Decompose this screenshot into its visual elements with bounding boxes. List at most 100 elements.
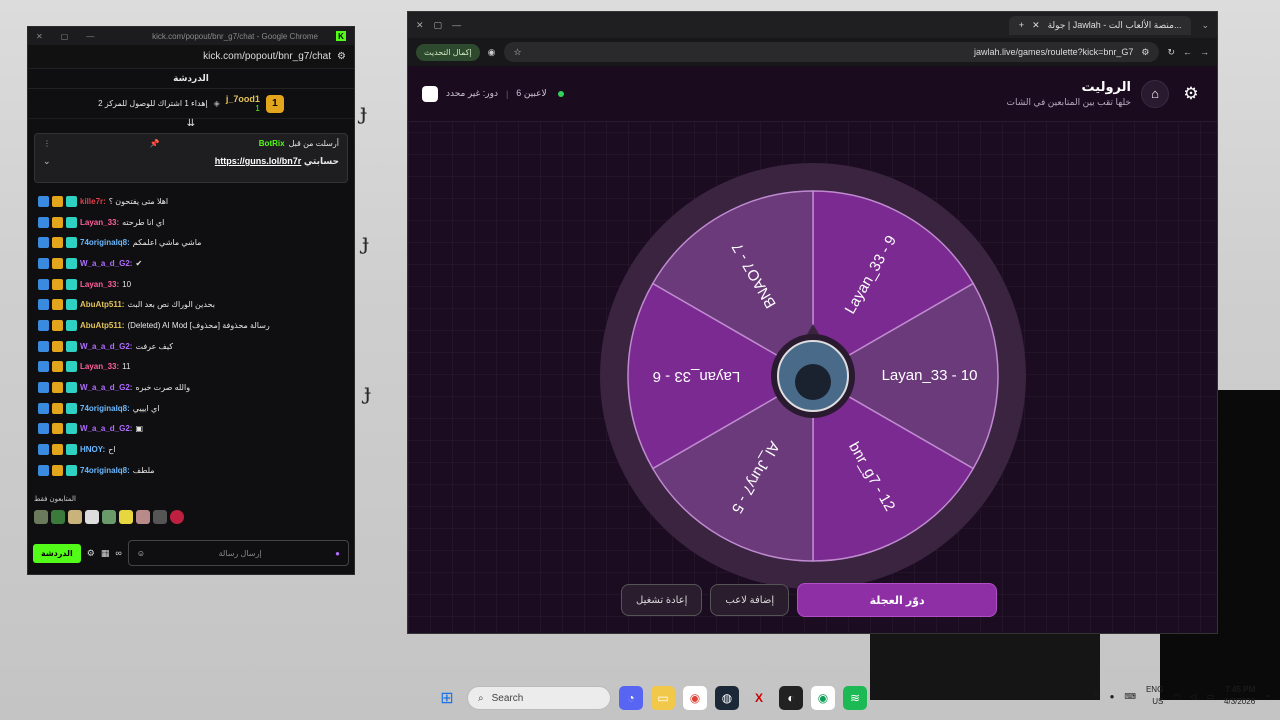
emote[interactable] — [85, 510, 99, 524]
top-gifter[interactable]: j_7ood1 1 — [226, 94, 260, 113]
back-icon[interactable]: ← — [1183, 47, 1192, 57]
chat-username[interactable]: AbuAtp511: — [80, 321, 124, 330]
chat-message[interactable]: AbuAtp511: (Deleted) AI Mod [محذوف] رسال… — [38, 315, 344, 336]
chat-username[interactable]: HNOY: — [80, 445, 105, 454]
clock[interactable]: 7:45 PM 4/3/2026 — [1224, 684, 1255, 708]
tab-search-icon[interactable]: ⌄ — [1201, 20, 1209, 31]
close-icon[interactable]: ✕ — [416, 20, 424, 31]
emote[interactable] — [68, 510, 82, 524]
player-count: 6 لاعبين — [516, 88, 547, 98]
user-badge-icon — [38, 361, 49, 373]
chat-message[interactable]: Layan_33: 10 — [38, 274, 344, 295]
store-icon[interactable]: ▦ — [101, 548, 110, 559]
settings-icon[interactable]: ⚙ — [87, 548, 95, 559]
minimize-icon[interactable]: — — [452, 20, 461, 30]
emoji-icon[interactable]: ☺ — [137, 549, 145, 558]
close-icon[interactable]: ✕ — [36, 32, 43, 41]
reload-icon[interactable]: ↻ — [1167, 47, 1175, 58]
add-player-button[interactable]: إضافة لاعب — [710, 584, 790, 616]
chat-username[interactable]: 74originalq8: — [80, 238, 130, 247]
pinned-message[interactable]: ⋮ 📌 BotRix أرسلت من قبل ⌄ https://guns.l… — [34, 133, 348, 183]
site-settings-icon[interactable]: ⚙ — [337, 51, 346, 62]
chat-username[interactable]: W_a_a_d_G2: — [80, 259, 132, 268]
notifications-icon[interactable]: ◔ — [1265, 692, 1270, 701]
emote[interactable] — [170, 510, 184, 524]
chat-message[interactable]: HNOY: اح — [38, 439, 344, 460]
chat-message[interactable]: W_a_a_d_G2: ✔ — [38, 253, 344, 274]
pinned-link[interactable]: https://guns.lol/bn7r — [215, 156, 302, 166]
start-icon[interactable]: ⊞ — [435, 686, 459, 710]
home-button[interactable]: ⌂ — [1141, 79, 1169, 108]
chat-username[interactable]: 74originalq8: — [80, 466, 130, 475]
chat-message[interactable]: W_a_a_d_G2: ▣ — [38, 419, 344, 440]
chat-message[interactable]: Layan_33: اي انا طرحته — [38, 212, 344, 233]
chrome-icon[interactable]: ◉ — [683, 686, 707, 710]
new-tab-icon[interactable]: + — [1019, 20, 1024, 30]
chat-message[interactable]: 74originalq8: اي ايييي — [38, 398, 344, 419]
replay-button[interactable]: إعادة تشغيل — [621, 584, 703, 616]
chat-username[interactable]: Layan_33: — [80, 362, 119, 371]
battery-icon[interactable]: ▭ — [1206, 692, 1214, 701]
language-indicator[interactable]: ENG US — [1146, 684, 1163, 708]
spin-button[interactable]: دوّر العجلة — [797, 583, 998, 617]
microphone-icon[interactable]: ● — [1110, 692, 1115, 701]
more-options-icon[interactable]: ⋮ — [43, 139, 51, 148]
site-settings-icon[interactable]: ⚙ — [1141, 47, 1149, 58]
chrome-profile-icon[interactable]: ◉ — [811, 686, 835, 710]
restore-icon[interactable]: ▢ — [434, 20, 443, 31]
emote[interactable] — [136, 510, 150, 524]
chat-message[interactable]: 74originalq8: ملطف — [38, 460, 344, 481]
chat-username[interactable]: 74originalq8: — [80, 404, 130, 413]
bookmark-icon[interactable]: ☆ — [514, 47, 522, 58]
chat-message[interactable]: AbuAtp511: بحدين الوراك نص بعد البث — [38, 294, 344, 315]
chat-username[interactable]: W_a_a_d_G2: — [80, 383, 132, 392]
volume-icon[interactable]: ◁ — [1190, 692, 1196, 701]
emote[interactable] — [34, 510, 48, 524]
pin-icon[interactable]: 📌 — [150, 139, 160, 148]
chat-url-bar[interactable]: kick.com/popout/bnr_g7/chat ⚙ — [28, 45, 354, 69]
browser-tab[interactable]: + ✕ جولة | Jawlah - منصة الألعاب الت... — [1008, 15, 1192, 35]
chat-username[interactable]: Layan_33: — [80, 218, 119, 227]
chat-message-input[interactable]: ☺ إرسال رسالة ● — [127, 540, 349, 566]
chat-username[interactable]: kille7r: — [80, 197, 106, 206]
microphone-icon[interactable]: ● — [335, 549, 340, 558]
wifi-icon[interactable]: ◠ — [1173, 692, 1180, 701]
restore-icon[interactable]: ▢ — [61, 32, 69, 41]
profile-icon[interactable]: ◉ — [488, 47, 496, 58]
update-button[interactable]: إكمال التحديث — [416, 43, 480, 61]
chevron-up-icon[interactable]: ⌃ — [1093, 692, 1100, 701]
infinity-icon[interactable]: ∞ — [115, 548, 121, 558]
emote[interactable] — [153, 510, 167, 524]
chat-username[interactable]: Layan_33: — [80, 280, 119, 289]
forward-icon[interactable]: → — [1200, 47, 1209, 57]
spotify-icon[interactable]: ≋ — [843, 686, 867, 710]
expand-icon[interactable]: ⇊ — [28, 119, 354, 129]
x-app-icon[interactable]: X — [747, 686, 771, 710]
chat-text: (Deleted) AI Mod [محذوف] رسالة محذوفة — [127, 320, 270, 330]
chat-username[interactable]: AbuAtp511: — [80, 300, 124, 309]
minimize-icon[interactable]: — — [86, 32, 94, 41]
chat-username[interactable]: W_a_a_d_G2: — [80, 342, 132, 351]
emote[interactable] — [51, 510, 65, 524]
discord-icon[interactable]: ◔ — [619, 686, 643, 710]
taskbar-search[interactable]: ⌕ Search — [467, 686, 611, 710]
chat-message[interactable]: kille7r: اهلا متى يفتحون ؟ — [38, 191, 344, 212]
chat-send-button[interactable]: الدردشة — [33, 543, 81, 563]
file-explorer-icon[interactable]: ▭ — [651, 686, 675, 710]
settings-button[interactable]: ⚙ — [1179, 84, 1203, 104]
chat-message[interactable]: W_a_a_d_G2: كيف عرفت — [38, 336, 344, 357]
address-bar[interactable]: ☆ jawlah.live/games/roulette?kick=bnr_G7… — [503, 42, 1160, 62]
chat-message[interactable]: 74originalq8: ماشي ماشي اعلمكم — [38, 232, 344, 253]
chevron-down-icon[interactable]: ⌄ — [43, 156, 51, 167]
keyboard-icon[interactable]: ⌨ — [1124, 692, 1136, 701]
emote[interactable] — [119, 510, 133, 524]
roulette-wheel[interactable]: Layan_33 - 9 Layan_33 - 10 bnr_g7 - 12 Al_J… — [598, 161, 1028, 591]
emote[interactable] — [102, 510, 116, 524]
tab-close-icon[interactable]: ✕ — [1032, 20, 1040, 31]
chat-icon[interactable] — [422, 85, 438, 102]
obs-icon[interactable]: ◐ — [779, 686, 803, 710]
chat-message[interactable]: Layan_33: 11 — [38, 357, 344, 378]
steam-icon[interactable]: ◍ — [715, 686, 739, 710]
chat-username[interactable]: W_a_a_d_G2: — [80, 424, 132, 433]
chat-message[interactable]: W_a_a_d_G2: والله صرت خبره — [38, 377, 344, 398]
